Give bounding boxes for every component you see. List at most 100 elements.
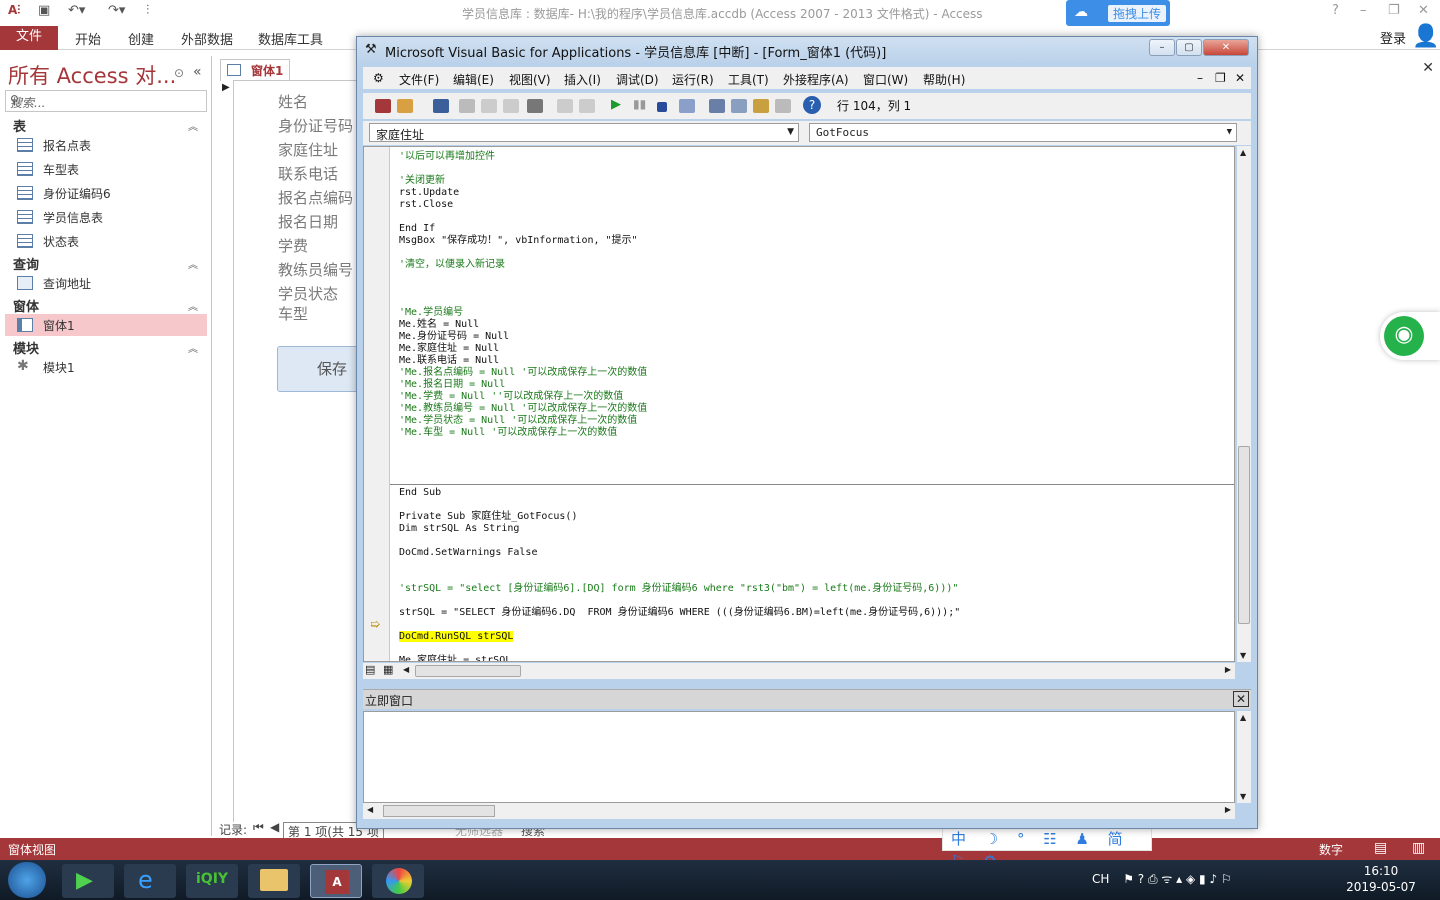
code-line[interactable] bbox=[399, 439, 960, 451]
scroll-left-icon[interactable]: ◀ bbox=[403, 665, 409, 674]
nav-search-input[interactable]: 搜索... ⚲ bbox=[5, 90, 207, 112]
login-link[interactable]: 登录 bbox=[1380, 28, 1406, 47]
project-explorer-icon[interactable] bbox=[709, 99, 725, 113]
menu-edit[interactable]: 编辑(E) bbox=[453, 71, 494, 88]
code-line[interactable]: '关闭更新 bbox=[399, 175, 960, 187]
tab-form1[interactable]: 窗体1 bbox=[220, 59, 290, 81]
child-close-icon[interactable]: ✕ bbox=[1235, 71, 1245, 85]
menu-view[interactable]: 视图(V) bbox=[509, 71, 551, 88]
close-icon[interactable]: ✕ bbox=[1418, 3, 1429, 18]
code-vscroll-thumb[interactable] bbox=[1238, 446, 1250, 624]
undo-icon[interactable] bbox=[557, 99, 573, 113]
menu-run[interactable]: 运行(R) bbox=[672, 71, 714, 88]
design-view-icon[interactable]: ▥ bbox=[1412, 840, 1425, 856]
code-horizontal-scrollbar[interactable]: ▤ ▦ ◀ ▶ bbox=[363, 663, 1235, 679]
menu-addins[interactable]: 外接程序(A) bbox=[783, 71, 849, 88]
chevron-up-icon[interactable]: ︽ bbox=[188, 340, 198, 355]
start-button[interactable] bbox=[8, 862, 46, 898]
first-record-icon[interactable]: ⏮ bbox=[253, 820, 264, 835]
design-mode-icon[interactable] bbox=[679, 99, 695, 113]
code-margin[interactable] bbox=[364, 147, 390, 661]
cut-icon[interactable] bbox=[459, 99, 475, 113]
vba-close-button[interactable]: ✕ bbox=[1203, 39, 1249, 56]
run-icon[interactable]: ▶ bbox=[611, 97, 627, 112]
scroll-down-icon[interactable]: ▼ bbox=[1240, 792, 1246, 801]
scroll-right-icon[interactable]: ▶ bbox=[1225, 665, 1231, 674]
code-hscroll-thumb[interactable] bbox=[415, 665, 521, 677]
access-taskbar-icon[interactable]: A bbox=[310, 864, 362, 898]
code-line[interactable]: 'Me.报名日期 = Null bbox=[399, 379, 960, 391]
immediate-hscroll-thumb[interactable] bbox=[383, 805, 495, 817]
menu-file[interactable]: 文件(F) bbox=[399, 71, 439, 88]
reset-icon[interactable] bbox=[657, 102, 667, 112]
chevron-up-icon[interactable]: ︽ bbox=[188, 256, 198, 271]
code-line[interactable]: 'Me.学员编号 bbox=[399, 307, 960, 319]
code-line[interactable] bbox=[399, 295, 960, 307]
properties-window-icon[interactable] bbox=[731, 99, 747, 113]
scroll-right-icon[interactable]: ▶ bbox=[1225, 805, 1231, 814]
code-line[interactable]: Private Sub 家庭住址_GotFocus() bbox=[399, 511, 960, 523]
avatar-icon[interactable]: 👤 bbox=[1412, 24, 1439, 49]
immediate-window[interactable] bbox=[363, 711, 1235, 803]
code-line[interactable]: Me.姓名 = Null bbox=[399, 319, 960, 331]
save-icon[interactable]: ▣ bbox=[38, 3, 50, 18]
immediate-close-button[interactable]: ✕ bbox=[1233, 691, 1249, 707]
immediate-horizontal-scrollbar[interactable]: ◀ ▶ bbox=[363, 803, 1235, 819]
chevron-up-icon[interactable]: ︽ bbox=[188, 118, 198, 133]
code-line[interactable]: rst.Close bbox=[399, 199, 960, 211]
nav-item-module-1[interactable]: ✱ 模块1 bbox=[5, 356, 207, 378]
tab-file[interactable]: 文件 bbox=[0, 26, 58, 50]
code-line[interactable]: 'strSQL = "select [身份证编码6].[DQ] form 身份证… bbox=[399, 583, 960, 595]
upload-widget[interactable]: ☁ 拖拽上传 bbox=[1066, 0, 1170, 26]
code-line[interactable] bbox=[399, 463, 960, 475]
code-vertical-scrollbar[interactable]: ▲ ▼ bbox=[1237, 146, 1251, 662]
immediate-vertical-scrollbar[interactable]: ▲ ▼ bbox=[1237, 711, 1251, 803]
group-modules-header[interactable]: 模块 bbox=[13, 338, 39, 357]
vba-doc-icon[interactable]: ⚙ bbox=[373, 71, 384, 85]
help-icon[interactable]: ? bbox=[803, 96, 821, 114]
code-line[interactable]: 'Me.教练员编号 = Null '可以改成保存上一次的数值 bbox=[399, 403, 960, 415]
break-icon[interactable]: ▮▮ bbox=[633, 97, 649, 111]
copy-icon[interactable] bbox=[481, 99, 497, 113]
code-line[interactable] bbox=[399, 619, 960, 631]
record-selector-icon[interactable]: ▶ bbox=[222, 82, 230, 93]
file-explorer-icon[interactable] bbox=[248, 864, 300, 898]
ie-icon[interactable]: e bbox=[124, 864, 176, 898]
ime-toolbar[interactable]: 中 ☽ ° ☷ ♟ 简 ⚐ ⚙ bbox=[942, 827, 1152, 870]
procedure-combo[interactable]: GotFocus ▼ bbox=[809, 123, 1237, 142]
code-line[interactable]: Me.家庭住址 = Null bbox=[399, 343, 960, 355]
form-view-icon[interactable]: ▤ bbox=[1374, 840, 1387, 856]
code-line[interactable]: MsgBox "保存成功！", vbInformation, "提示" bbox=[399, 235, 960, 247]
code-line[interactable]: strSQL = "SELECT 身份证编码6.DQ FROM 身份证编码6 W… bbox=[399, 607, 960, 619]
menu-insert[interactable]: 插入(I) bbox=[564, 71, 601, 88]
system-clock[interactable]: 16:10 2019-05-07 bbox=[1340, 863, 1422, 895]
view-access-icon[interactable] bbox=[375, 99, 391, 113]
code-line[interactable]: DoCmd.SetWarnings False bbox=[399, 547, 960, 559]
code-line[interactable] bbox=[399, 475, 960, 487]
system-tray[interactable]: CH ⚑ ? ⎙ ᯤ ▴ ◈ ▮ ♪ ⚐ bbox=[1092, 870, 1232, 887]
object-combo[interactable]: 家庭住址 ▼ bbox=[369, 123, 799, 142]
object-browser-icon[interactable] bbox=[753, 99, 769, 113]
code-line[interactable]: End Sub bbox=[399, 487, 960, 499]
wifi-floating-widget[interactable]: ◉ bbox=[1380, 312, 1440, 360]
full-module-view-icon[interactable]: ▦ bbox=[383, 663, 393, 676]
code-line[interactable] bbox=[399, 283, 960, 295]
tab-external-data[interactable]: 外部数据 bbox=[181, 29, 233, 48]
code-line[interactable] bbox=[399, 451, 960, 463]
media-app-icon[interactable] bbox=[372, 864, 424, 898]
code-line[interactable] bbox=[399, 247, 960, 259]
search-icon[interactable]: ⚲ bbox=[10, 93, 202, 107]
code-line[interactable]: Dim strSQL As String bbox=[399, 523, 960, 535]
code-line[interactable]: rst.Update bbox=[399, 187, 960, 199]
customize-qat-icon[interactable]: ⫶ bbox=[146, 3, 149, 18]
scroll-up-icon[interactable]: ▲ bbox=[1240, 713, 1246, 722]
vba-minimize-button[interactable]: – bbox=[1149, 39, 1175, 56]
menu-help[interactable]: 帮助(H) bbox=[923, 71, 965, 88]
code-line[interactable] bbox=[399, 211, 960, 223]
code-line[interactable]: Me.联系电话 = Null bbox=[399, 355, 960, 367]
code-line[interactable]: End If bbox=[399, 223, 960, 235]
code-line[interactable]: Me.家庭住址 = strSQL bbox=[399, 655, 960, 661]
child-minimize-icon[interactable]: – bbox=[1197, 71, 1203, 85]
code-line[interactable]: 'Me.学费 = Null ''可以改成保存上一次的数值 bbox=[399, 391, 960, 403]
code-window[interactable]: ➯ '以后可以再增加控件 '关闭更新 rst.Update rst.Close End … bbox=[363, 146, 1235, 662]
